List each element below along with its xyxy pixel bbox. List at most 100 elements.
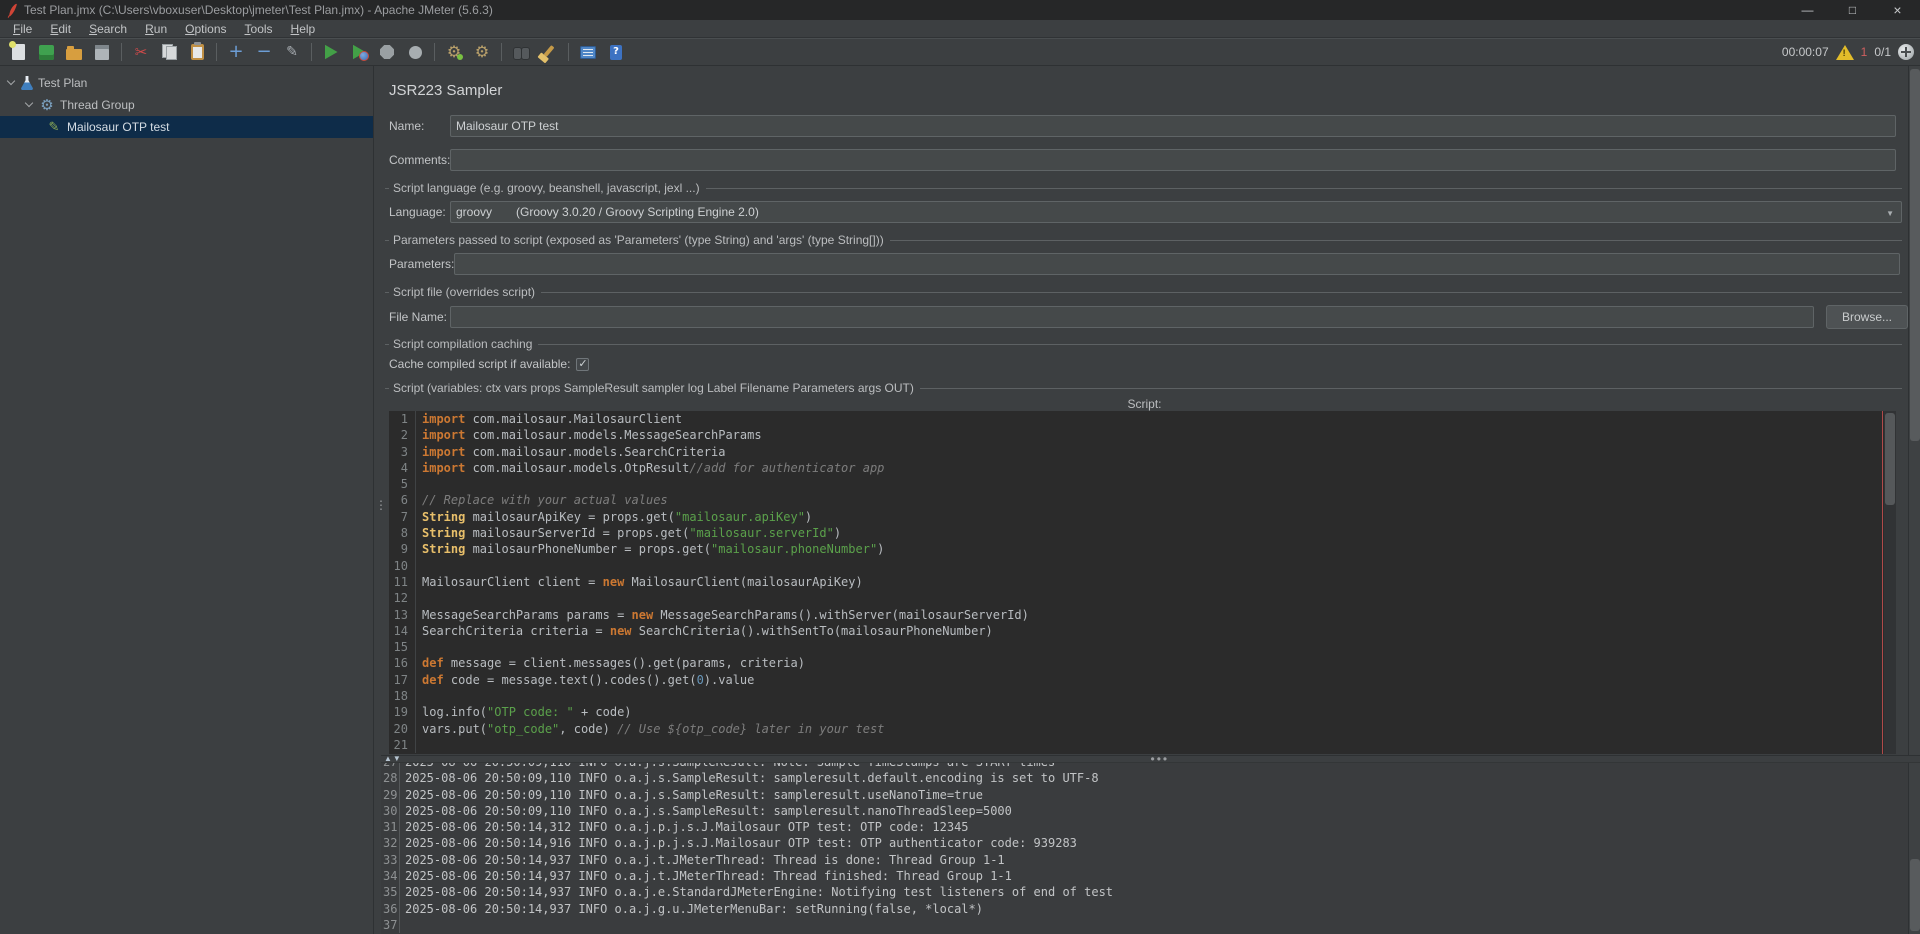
code-line: 7String mailosaurApiKey = props.get("mai… [389, 509, 1896, 525]
toolbar-help-button[interactable] [602, 40, 630, 64]
log-viewer[interactable]: 272025-08-06 20:50:09,110 INFO o.a.j.s.S… [381, 763, 1908, 934]
toolbar-toggle-button[interactable]: ✎ [278, 40, 306, 64]
thread-status-icon [1898, 44, 1914, 60]
code-line: 1import com.mailosaur.MailosaurClient [389, 411, 1896, 427]
menu-item-options[interactable]: Options [176, 22, 235, 36]
log-line: 342025-08-06 20:50:14,937 INFO o.a.j.t.J… [383, 868, 1908, 884]
toolbar-new-button[interactable] [4, 40, 32, 64]
copy-icon [162, 44, 177, 60]
toolbar-separator [216, 43, 217, 61]
tree-item-label: Mailosaur OTP test [67, 120, 169, 134]
line-number: 2 [389, 427, 416, 443]
toolbar-remote-start-all-button[interactable]: ⚙ [440, 40, 468, 64]
start-no-pauses-icon [353, 45, 366, 60]
file-name-label: File Name: [389, 310, 450, 324]
code-line: 17def code = message.text().codes().get(… [389, 672, 1896, 688]
titlebar: Test Plan.jmx (C:\Users\vboxuser\Desktop… [0, 0, 1920, 20]
menu-item-tools[interactable]: Tools [236, 22, 282, 36]
cache-compiled-checkbox[interactable] [576, 358, 589, 371]
toolbar-copy-button[interactable] [155, 40, 183, 64]
toolbar-stop-button[interactable] [373, 40, 401, 64]
open-icon [66, 49, 82, 60]
code-line: 21 [389, 737, 1896, 753]
toolbar-open-button[interactable] [60, 40, 88, 64]
code-line: 4import com.mailosaur.models.OtpResult//… [389, 460, 1896, 476]
script-group-title: Script (variables: ctx vars props Sample… [385, 381, 1902, 395]
close-button[interactable]: × [1875, 0, 1920, 20]
toolbar-cut-button[interactable]: ✂ [127, 40, 155, 64]
maximize-button[interactable]: □ [1830, 0, 1875, 20]
parameters-input[interactable] [454, 253, 1900, 275]
chevron-down-icon[interactable] [25, 99, 33, 107]
name-input[interactable] [450, 115, 1896, 137]
tree-item-mailosaur-otp-test[interactable]: ✎Mailosaur OTP test [0, 116, 373, 138]
log-line: 272025-08-06 20:50:09,110 INFO o.a.j.s.S… [383, 763, 1908, 770]
menu-item-run[interactable]: Run [136, 22, 176, 36]
toolbar-separator [121, 43, 122, 61]
toolbar-start-button[interactable] [317, 40, 345, 64]
main-scrollbar-thumb[interactable] [1910, 69, 1920, 441]
code-line: 16def message = client.messages().get(pa… [389, 655, 1896, 671]
log-line: 302025-08-06 20:50:09,110 INFO o.a.j.s.S… [383, 803, 1908, 819]
line-number: 6 [389, 492, 416, 508]
browse-button[interactable]: Browse... [1826, 305, 1908, 329]
log-line-number: 36 [383, 901, 400, 917]
tree-splitter[interactable]: ⋮ [373, 66, 381, 934]
toolbar-templates-button[interactable] [32, 40, 60, 64]
line-number: 12 [389, 590, 416, 606]
toolbar-search-button[interactable] [507, 40, 535, 64]
toolbar-function-helper-button[interactable] [574, 40, 602, 64]
function-helper-icon [580, 46, 596, 59]
file-name-input[interactable] [450, 306, 1814, 328]
parameters-group-title: Parameters passed to script (exposed as … [385, 233, 1902, 247]
toolbar-paste-button[interactable] [183, 40, 211, 64]
log-warning-icon[interactable] [1836, 45, 1854, 60]
main-panel-scrollbar[interactable] [1908, 66, 1920, 755]
comments-input[interactable] [450, 149, 1896, 171]
script-editor[interactable]: 1import com.mailosaur.MailosaurClient2im… [389, 411, 1896, 754]
tree-item-thread-group[interactable]: ⚙Thread Group [0, 94, 373, 116]
log-splitter[interactable]: ▲▼ ••• [381, 755, 1920, 763]
menu-item-search[interactable]: Search [80, 22, 136, 36]
menubar: FileEditSearchRunOptionsToolsHelp [0, 20, 1920, 38]
log-line-text: 2025-08-06 20:50:14,916 INFO o.a.j.p.j.s… [405, 835, 1077, 851]
log-scrollbar-thumb[interactable] [1910, 859, 1920, 931]
log-line-text: 2025-08-06 20:50:14,937 INFO o.a.j.e.Sta… [405, 884, 1113, 900]
flask-icon [21, 76, 33, 90]
editor-scrollbar-thumb[interactable] [1885, 413, 1895, 505]
toolbar: ✂+−✎⚙⚙ 00:00:07 1 0/1 [0, 38, 1920, 66]
toolbar-search-reset-button[interactable] [535, 40, 563, 64]
menu-item-edit[interactable]: Edit [41, 22, 80, 36]
script-editor-label: Script: [381, 397, 1908, 411]
code-line: 3import com.mailosaur.models.SearchCrite… [389, 444, 1896, 460]
log-line: 292025-08-06 20:50:09,110 INFO o.a.j.s.S… [383, 787, 1908, 803]
toolbar-start-no-pauses-button[interactable] [345, 40, 373, 64]
minimize-button[interactable]: — [1785, 0, 1830, 20]
toolbar-save-button[interactable] [88, 40, 116, 64]
cut-icon: ✂ [135, 45, 148, 60]
toolbar-collapse-all-button[interactable]: − [250, 40, 278, 64]
splitter-expand-icons[interactable]: ▲▼ [384, 754, 402, 763]
chevron-down-icon[interactable] [7, 77, 15, 85]
toolbar-expand-all-button[interactable]: + [222, 40, 250, 64]
toolbar-shutdown-button[interactable] [401, 40, 429, 64]
menu-item-file[interactable]: File [4, 22, 41, 36]
log-lines: 272025-08-06 20:50:09,110 INFO o.a.j.s.S… [383, 763, 1908, 933]
log-line-text: 2025-08-06 20:50:09,110 INFO o.a.j.s.Sam… [405, 763, 1055, 770]
editor-scrollbar[interactable] [1884, 411, 1896, 754]
log-line-text: 2025-08-06 20:50:09,110 INFO o.a.j.s.Sam… [405, 787, 983, 803]
log-line-text: 2025-08-06 20:50:14,937 INFO o.a.j.g.u.J… [405, 901, 983, 917]
code-line: 5 [389, 476, 1896, 492]
templates-icon [39, 45, 54, 60]
jmeter-logo-icon [6, 3, 18, 18]
log-scrollbar[interactable] [1908, 763, 1920, 934]
test-plan-tree[interactable]: Test Plan⚙Thread Group✎Mailosaur OTP tes… [0, 66, 373, 934]
log-line-number: 34 [383, 868, 400, 884]
tree-item-test-plan[interactable]: Test Plan [0, 72, 373, 94]
script-file-group-title: Script file (overrides script) [385, 285, 1902, 299]
menu-item-help[interactable]: Help [282, 22, 325, 36]
language-select[interactable]: groovy (Groovy 3.0.20 / Groovy Scripting… [450, 201, 1902, 223]
toolbar-remote-stop-all-button[interactable]: ⚙ [468, 40, 496, 64]
stop-icon [380, 45, 394, 59]
code-line: 15 [389, 639, 1896, 655]
